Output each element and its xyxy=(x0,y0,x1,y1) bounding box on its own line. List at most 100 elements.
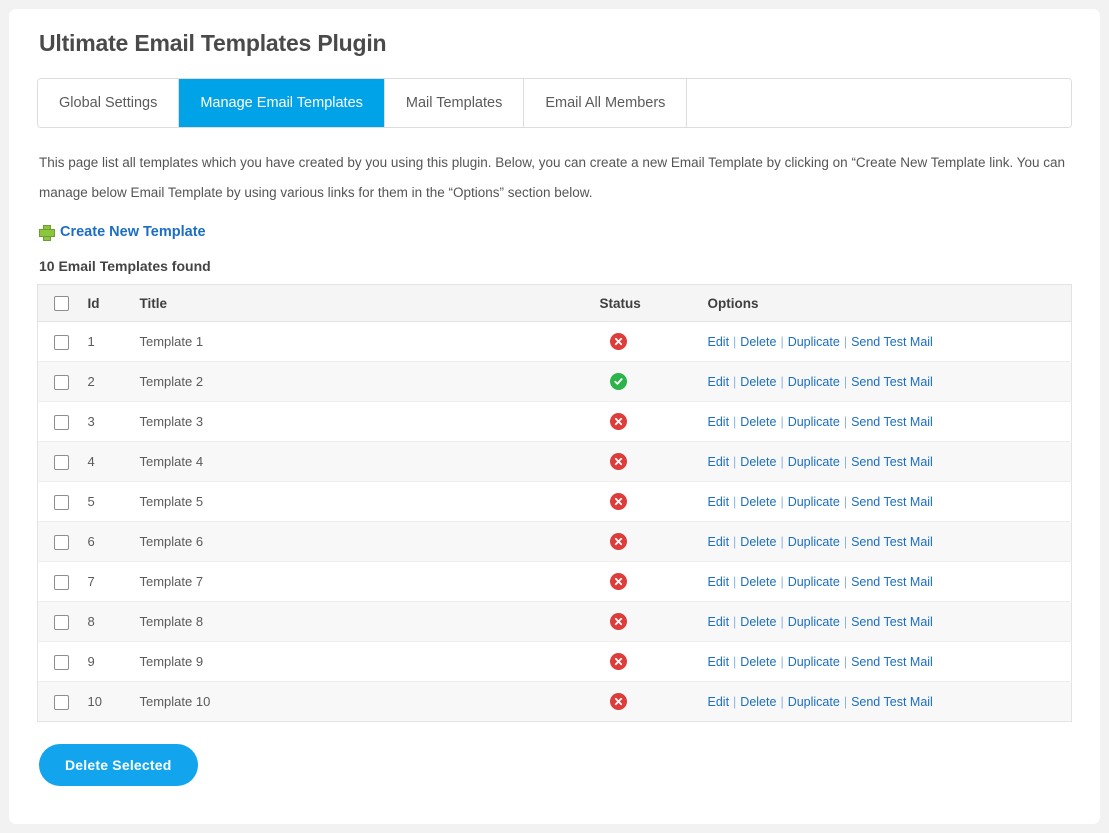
option-link-send-test-mail[interactable]: Send Test Mail xyxy=(851,575,933,589)
check-circle-icon[interactable] xyxy=(609,373,627,391)
column-header-select-all xyxy=(37,284,80,323)
option-link-edit[interactable]: Edit xyxy=(708,695,730,709)
cross-circle-icon[interactable] xyxy=(609,653,627,671)
row-checkbox[interactable] xyxy=(54,534,69,550)
option-link-delete[interactable]: Delete xyxy=(740,335,776,349)
option-link-delete[interactable]: Delete xyxy=(740,415,776,429)
row-id: 1 xyxy=(79,321,132,363)
option-link-send-test-mail[interactable]: Send Test Mail xyxy=(851,615,933,629)
option-separator: | xyxy=(733,615,737,630)
row-id: 7 xyxy=(79,561,132,603)
cross-circle-icon[interactable] xyxy=(609,453,627,471)
option-link-delete[interactable]: Delete xyxy=(740,655,776,669)
row-options-cell: Edit | Delete | Duplicate | Send Test Mail xyxy=(699,321,1072,363)
option-link-send-test-mail[interactable]: Send Test Mail xyxy=(851,535,933,549)
option-link-edit[interactable]: Edit xyxy=(708,655,730,669)
option-link-send-test-mail[interactable]: Send Test Mail xyxy=(851,695,933,709)
option-link-delete[interactable]: Delete xyxy=(740,455,776,469)
table-row: 7 Template 7 Edit | Delete | Duplicate | Send Te… xyxy=(37,561,1072,603)
option-link-delete[interactable]: Delete xyxy=(740,695,776,709)
cross-circle-icon[interactable] xyxy=(609,573,627,591)
option-separator: | xyxy=(780,455,784,470)
option-separator: | xyxy=(780,575,784,590)
option-link-duplicate[interactable]: Duplicate xyxy=(788,615,840,629)
tab-mail-templates[interactable]: Mail Templates xyxy=(384,79,525,128)
row-checkbox[interactable] xyxy=(54,574,69,590)
row-status-cell xyxy=(591,681,700,722)
option-link-delete[interactable]: Delete xyxy=(740,615,776,629)
column-header-title: Title xyxy=(131,284,592,323)
table-head: Id Title Status Options xyxy=(37,284,1072,323)
tab-bar-filler xyxy=(687,79,1071,128)
delete-selected-button[interactable]: Delete Selected xyxy=(39,744,198,787)
option-link-edit[interactable]: Edit xyxy=(708,575,730,589)
row-title: Template 8 xyxy=(131,601,592,643)
row-options-cell: Edit | Delete | Duplicate | Send Test Mail xyxy=(699,561,1072,603)
row-checkbox[interactable] xyxy=(54,334,69,350)
option-link-edit[interactable]: Edit xyxy=(708,455,730,469)
option-separator: | xyxy=(843,695,848,710)
option-link-duplicate[interactable]: Duplicate xyxy=(788,415,840,429)
tab-manage-email-templates[interactable]: Manage Email Templates xyxy=(179,79,385,128)
option-link-send-test-mail[interactable]: Send Test Mail xyxy=(851,495,933,509)
option-link-duplicate[interactable]: Duplicate xyxy=(788,375,840,389)
option-link-duplicate[interactable]: Duplicate xyxy=(788,535,840,549)
option-link-duplicate[interactable]: Duplicate xyxy=(788,455,840,469)
option-link-delete[interactable]: Delete xyxy=(740,575,776,589)
row-checkbox[interactable] xyxy=(54,414,69,430)
row-title: Template 10 xyxy=(131,681,592,722)
option-separator: | xyxy=(733,535,737,550)
select-all-checkbox[interactable] xyxy=(54,296,69,312)
option-link-edit[interactable]: Edit xyxy=(708,615,730,629)
create-new-template-link[interactable]: Create New Template xyxy=(60,224,206,240)
cross-circle-icon[interactable] xyxy=(609,333,627,351)
row-options-cell: Edit | Delete | Duplicate | Send Test Mail xyxy=(699,481,1072,523)
option-link-edit[interactable]: Edit xyxy=(708,415,730,429)
option-link-edit[interactable]: Edit xyxy=(708,375,730,389)
row-title: Template 5 xyxy=(131,481,592,523)
option-link-delete[interactable]: Delete xyxy=(740,375,776,389)
option-separator: | xyxy=(843,495,848,510)
option-link-edit[interactable]: Edit xyxy=(708,535,730,549)
row-checkbox[interactable] xyxy=(54,454,69,470)
create-new-template-row[interactable]: Create New Template xyxy=(39,224,1072,242)
table-row: 2 Template 2 Edit | Delete | Duplicate | Send Te… xyxy=(37,361,1072,403)
row-checkbox[interactable] xyxy=(54,654,69,670)
option-link-send-test-mail[interactable]: Send Test Mail xyxy=(851,335,933,349)
option-link-send-test-mail[interactable]: Send Test Mail xyxy=(851,415,933,429)
table-row: 5 Template 5 Edit | Delete | Duplicate | Send Te… xyxy=(37,481,1072,523)
option-link-duplicate[interactable]: Duplicate xyxy=(788,335,840,349)
cross-circle-icon[interactable] xyxy=(609,533,627,551)
cross-circle-icon[interactable] xyxy=(609,413,627,431)
option-link-duplicate[interactable]: Duplicate xyxy=(788,495,840,509)
row-options-cell: Edit | Delete | Duplicate | Send Test Mail xyxy=(699,601,1072,643)
option-link-delete[interactable]: Delete xyxy=(740,495,776,509)
tab-email-all-members[interactable]: Email All Members xyxy=(524,79,688,128)
row-select-cell xyxy=(37,361,80,403)
option-link-send-test-mail[interactable]: Send Test Mail xyxy=(851,375,933,389)
option-link-send-test-mail[interactable]: Send Test Mail xyxy=(851,455,933,469)
cross-circle-icon[interactable] xyxy=(609,493,627,511)
option-link-duplicate[interactable]: Duplicate xyxy=(788,655,840,669)
option-separator: | xyxy=(733,575,737,590)
row-checkbox[interactable] xyxy=(54,614,69,630)
option-link-duplicate[interactable]: Duplicate xyxy=(788,575,840,589)
option-link-edit[interactable]: Edit xyxy=(708,495,730,509)
row-checkbox[interactable] xyxy=(54,494,69,510)
option-separator: | xyxy=(780,495,784,510)
tab-global-settings[interactable]: Global Settings xyxy=(38,79,180,128)
cross-circle-icon[interactable] xyxy=(609,613,627,631)
option-separator: | xyxy=(843,335,848,350)
row-title: Template 4 xyxy=(131,441,592,483)
row-id: 4 xyxy=(79,441,132,483)
row-checkbox[interactable] xyxy=(54,374,69,390)
option-link-duplicate[interactable]: Duplicate xyxy=(788,695,840,709)
row-checkbox[interactable] xyxy=(54,694,69,710)
table-row: 9 Template 9 Edit | Delete | Duplicate | Send Te… xyxy=(37,641,1072,683)
option-link-edit[interactable]: Edit xyxy=(708,335,730,349)
row-status-cell xyxy=(591,561,700,603)
option-link-delete[interactable]: Delete xyxy=(740,535,776,549)
option-link-send-test-mail[interactable]: Send Test Mail xyxy=(851,655,933,669)
cross-circle-icon[interactable] xyxy=(609,693,627,711)
row-select-cell xyxy=(37,641,80,683)
